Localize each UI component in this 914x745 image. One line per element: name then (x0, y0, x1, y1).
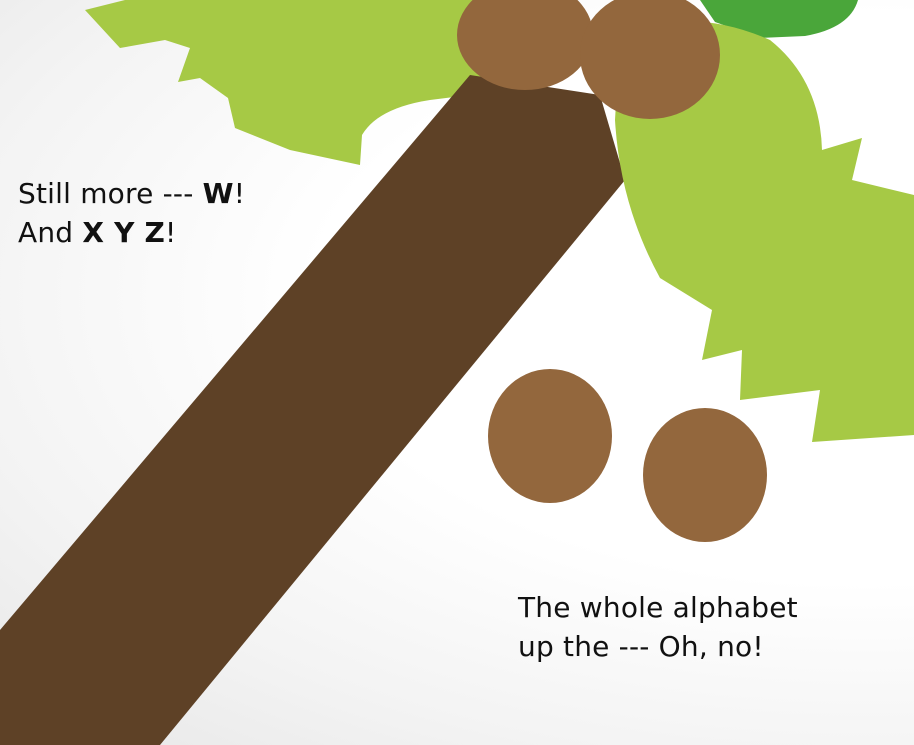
verse-1-line-2: And X Y Z! (18, 216, 177, 249)
verse-still-more: Still more --- W! And X Y Z! (18, 174, 245, 252)
fallen-coconut-left (488, 369, 612, 503)
fallen-coconut-right (643, 408, 767, 542)
verse-1-line-1: Still more --- W! (18, 177, 246, 210)
verse-2-line-2: up the --- Oh, no! (518, 630, 764, 663)
verse-2-line-1: The whole alphabet (518, 591, 798, 624)
verse-whole-alphabet: The whole alphabet up the --- Oh, no! (518, 588, 798, 666)
